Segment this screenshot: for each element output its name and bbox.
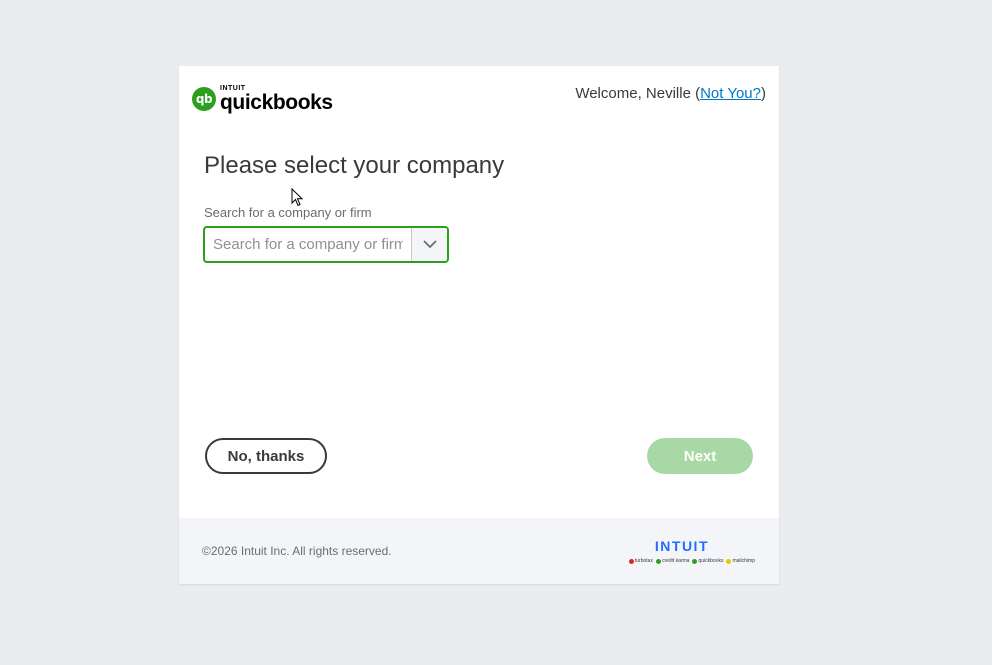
search-label: Search for a company or firm	[204, 205, 372, 220]
header: qb INTUIT quickbooks Welcome, Neville (N…	[179, 66, 779, 136]
quickbooks-icon	[692, 558, 698, 564]
welcome-message: Welcome, Neville (Not You?)	[575, 85, 766, 102]
turbotax-brand: turbotax	[628, 558, 653, 564]
intuit-brand-logo: INTUIT turbotax credit karma quickbooks …	[605, 538, 755, 564]
intuit-wordmark: INTUIT	[654, 538, 709, 554]
intuit-brand-family: turbotax credit karma quickbooks mailchi…	[605, 558, 755, 564]
next-button[interactable]: Next	[647, 438, 753, 474]
dropdown-toggle-button[interactable]	[411, 228, 447, 261]
quickbooks-brand: quickbooks	[692, 558, 723, 564]
page-title: Please select your company	[204, 152, 505, 179]
copyright-text: ©2026 Intuit Inc. All rights reserved.	[202, 544, 392, 558]
quickbooks-badge-icon: qb	[192, 87, 216, 111]
company-search-combobox[interactable]	[203, 226, 449, 263]
welcome-suffix: )	[761, 85, 766, 102]
quickbooks-logo: qb INTUIT quickbooks	[192, 84, 340, 114]
signin-card: qb INTUIT quickbooks Welcome, Neville (N…	[179, 66, 779, 585]
not-you-link[interactable]: Not You?	[700, 85, 761, 102]
mouse-pointer-icon	[291, 188, 304, 207]
logo-text: INTUIT quickbooks	[220, 84, 340, 114]
turbotax-icon	[628, 558, 634, 564]
mailchimp-icon	[726, 558, 732, 564]
chevron-down-icon	[422, 240, 437, 249]
mailchimp-brand: mailchimp	[726, 558, 755, 564]
footer: ©2026 Intuit Inc. All rights reserved. I…	[179, 518, 779, 585]
company-search-input[interactable]	[205, 228, 411, 261]
credit-karma-brand: credit karma	[655, 558, 689, 564]
welcome-text: Welcome, Neville (	[575, 85, 701, 102]
credit-karma-icon	[655, 558, 661, 564]
no-thanks-button[interactable]: No, thanks	[205, 438, 327, 474]
logo-quickbooks-text: quickbooks	[220, 91, 333, 114]
